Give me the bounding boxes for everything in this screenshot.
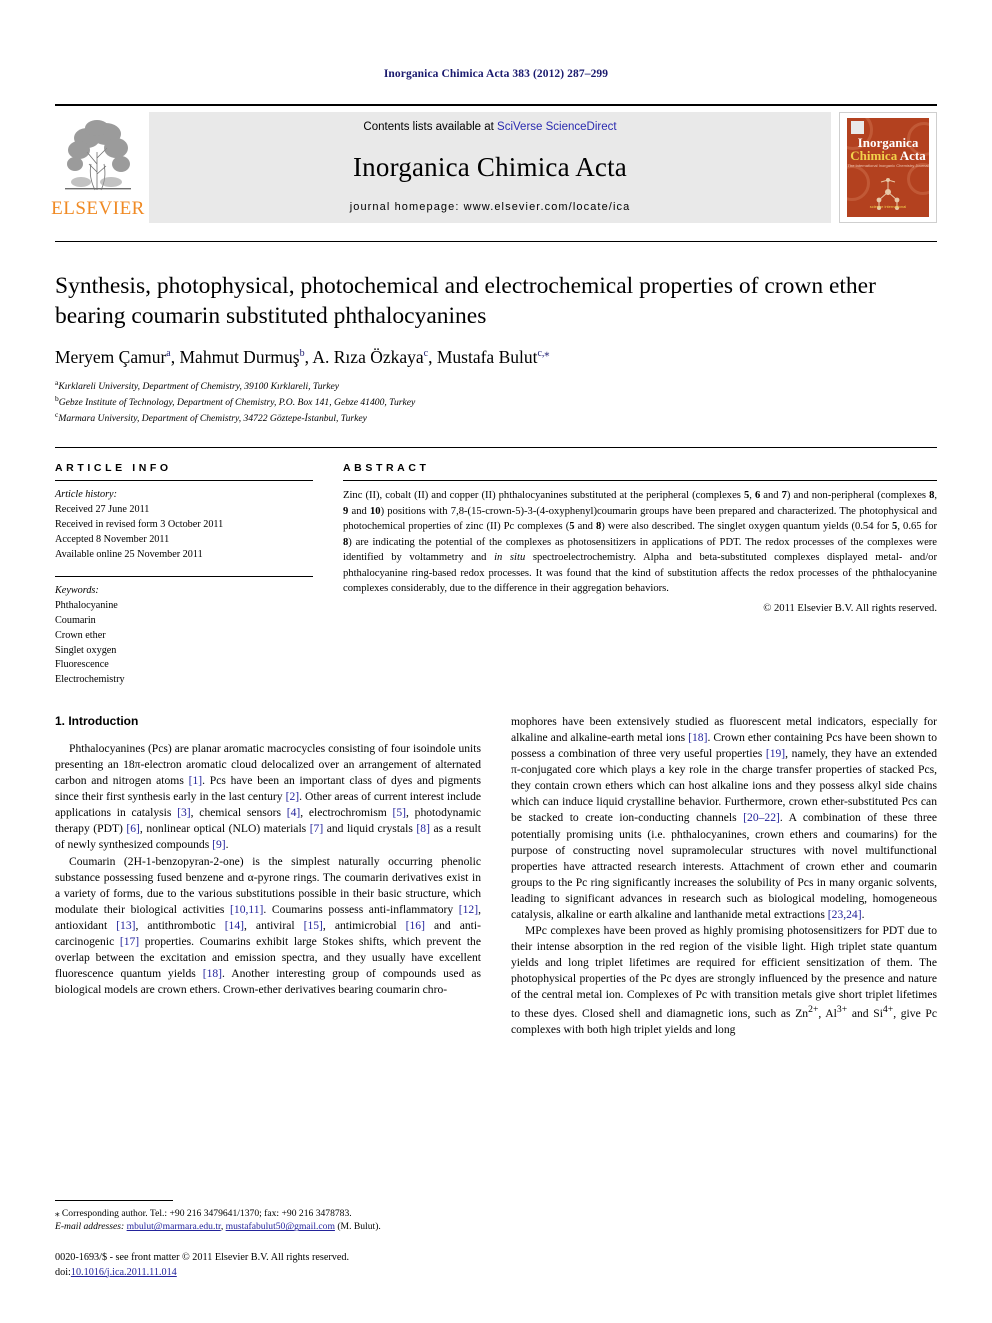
body-left-column: 1. Introduction Phthalocyanines (Pcs) ar…	[55, 714, 481, 1038]
article-history-item: Accepted 8 November 2011	[55, 534, 170, 546]
cover-artwork: Inorganica Chimica Acta The Internationa…	[847, 118, 929, 217]
email-link[interactable]: mustafabulut50@gmail.com	[226, 1221, 335, 1232]
affiliation-item: bGebze Institute of Technology, Departme…	[55, 394, 937, 410]
keyword-item: Fluorescence	[55, 659, 109, 671]
affiliation-text: Kırklareli University, Department of Che…	[58, 381, 340, 393]
body-right-column: mophores have been extensively studied a…	[511, 714, 937, 1038]
affiliation-text: Gebze Institute of Technology, Departmen…	[58, 397, 416, 409]
author-name: Meryem Çamur	[55, 347, 167, 368]
footnote-area: ⁎ Corresponding author. Tel.: +90 216 34…	[55, 1199, 485, 1280]
abstract-copyright: © 2011 Elsevier B.V. All rights reserved…	[763, 602, 937, 614]
author-name: Mustafa Bulut	[436, 347, 538, 368]
body-paragraph: MPc complexes have been proved as highly…	[511, 923, 937, 1036]
imprint-line: 0020-1693/$ - see front matter © 2011 El…	[55, 1252, 350, 1264]
article-info-column: ARTICLE INFO Article history: Received 2…	[55, 462, 313, 688]
article-info-heading: ARTICLE INFO	[55, 462, 172, 475]
journal-cover-thumbnail: Inorganica Chimica Acta The Internationa…	[839, 112, 937, 223]
corresponding-author-note: ⁎ Corresponding author. Tel.: +90 216 34…	[55, 1207, 352, 1219]
cover-footer-text: science international	[869, 204, 907, 209]
info-abstract-row: ARTICLE INFO Article history: Received 2…	[55, 447, 937, 688]
keywords-items: Phthalocyanine Coumarin Crown ether Singlet…	[55, 599, 313, 688]
sciencedirect-link[interactable]: SciVerse ScienceDirect	[497, 121, 617, 133]
article-history-item: Received 27 June 2011	[55, 504, 150, 516]
journal-title: Inorganica Chimica Acta	[352, 151, 627, 182]
body-paragraph: mophores have been extensively studied a…	[511, 715, 937, 921]
affiliation-item: cMarmara University, Department of Chemi…	[55, 410, 937, 426]
doi-label: doi:	[55, 1266, 71, 1278]
keyword-item: Coumarin	[55, 614, 96, 626]
abstract-text: Zinc (II), cobalt (II) and copper (II) p…	[343, 490, 938, 595]
footnote-rule	[55, 1199, 173, 1201]
journal-info-box: Contents lists available at SciVerse Sci…	[149, 112, 831, 223]
affiliation-item: aKırklareli University, Department of Ch…	[55, 378, 937, 394]
keywords-label: Keywords:	[55, 584, 99, 596]
elsevier-wordmark: ELSEVIER	[51, 198, 145, 219]
body-paragraph: Phthalocyanines (Pcs) are planar aromati…	[55, 742, 482, 852]
left-column-paragraphs: Phthalocyanines (Pcs) are planar aromati…	[55, 741, 481, 998]
right-column-paragraphs: mophores have been extensively studied a…	[511, 714, 937, 1038]
body-columns: 1. Introduction Phthalocyanines (Pcs) ar…	[55, 714, 937, 1038]
article-history-item: Available online 25 November 2011	[55, 549, 203, 561]
keyword-item: Electrochemistry	[55, 674, 125, 686]
cover-title-chimica: Chimica	[850, 148, 898, 163]
section-heading-introduction: 1. Introduction	[55, 714, 139, 729]
elsevier-tree-icon	[65, 120, 131, 191]
journal-homepage[interactable]: journal homepage: www.elsevier.com/locat…	[350, 201, 631, 213]
author-affiliation-mark: c,⁎	[537, 348, 550, 360]
journal-masthead: ELSEVIER Contents lists available at Sci…	[51, 104, 937, 231]
author-affiliation-mark: a	[166, 348, 171, 360]
cover-title-line2: Chimica Acta	[847, 149, 929, 162]
journal-article-page: Inorganica Chimica Acta 383 (2012) 287–2…	[0, 0, 992, 1323]
masthead-bottom-rule	[55, 241, 937, 242]
email-person: (M. Bulut).	[337, 1221, 381, 1233]
article-history-label: Article history:	[55, 489, 117, 501]
author-affiliation-mark: c	[423, 348, 429, 360]
cover-elsevier-mark-icon	[851, 121, 864, 134]
elsevier-logo: ELSEVIER	[51, 106, 144, 231]
email-label: E-mail addresses:	[55, 1221, 125, 1233]
article-history-items: Received 27 June 2011 Received in revised…	[55, 503, 313, 563]
imprint-block: 0020-1693/$ - see front matter © 2011 El…	[55, 1251, 485, 1280]
keyword-item: Singlet oxygen	[55, 644, 117, 656]
author-name: Mahmut Durmuş	[179, 347, 300, 368]
email-link[interactable]: mbulut@marmara.edu.tr	[127, 1221, 221, 1232]
affiliation-text: Marmara University, Department of Chemis…	[58, 412, 367, 424]
body-paragraph: Coumarin (2H-1-benzopyran-2-one) is the …	[55, 854, 482, 996]
keyword-item: Crown ether	[55, 629, 106, 641]
keyword-item: Phthalocyanine	[55, 599, 118, 611]
author-affiliation-mark: b	[299, 348, 305, 360]
author-name: A. Rıza Özkaya	[312, 347, 424, 368]
article-history-item: Received in revised form 3 October 2011	[55, 519, 224, 531]
cover-subtitle: The International Inorganic Chemistry Jo…	[847, 163, 929, 168]
abstract-column: ABSTRACT Zinc (II), cobalt (II) and copp…	[343, 462, 937, 688]
keywords-block: Keywords: Phthalocyanine Coumarin Crown et…	[55, 577, 313, 688]
doi-line: doi:10.1016/j.ica.2011.11.014	[55, 1266, 485, 1280]
running-head: Inorganica Chimica Acta 383 (2012) 287–2…	[383, 68, 609, 80]
article-history: Article history: Received 27 June 2011 Re…	[55, 481, 313, 562]
doi-link[interactable]: 10.1016/j.ica.2011.11.014	[71, 1267, 177, 1278]
affiliation-list: aKırklareli University, Department of Ch…	[55, 378, 937, 425]
abstract-heading: ABSTRACT	[343, 462, 430, 475]
contents-prefix: Contents lists available at	[363, 121, 494, 133]
email-note: E-mail addresses: mbulut@marmara.edu.tr,…	[55, 1221, 381, 1233]
cover-title-acta: Acta	[899, 148, 926, 163]
contents-available-line: Contents lists available at SciVerse Sci…	[363, 121, 616, 133]
article-title: Synthesis, photophysical, photochemical …	[55, 273, 876, 329]
author-list: Meryem Çamura, Mahmut Durmuşb, A. Rıza Ö…	[55, 347, 550, 368]
